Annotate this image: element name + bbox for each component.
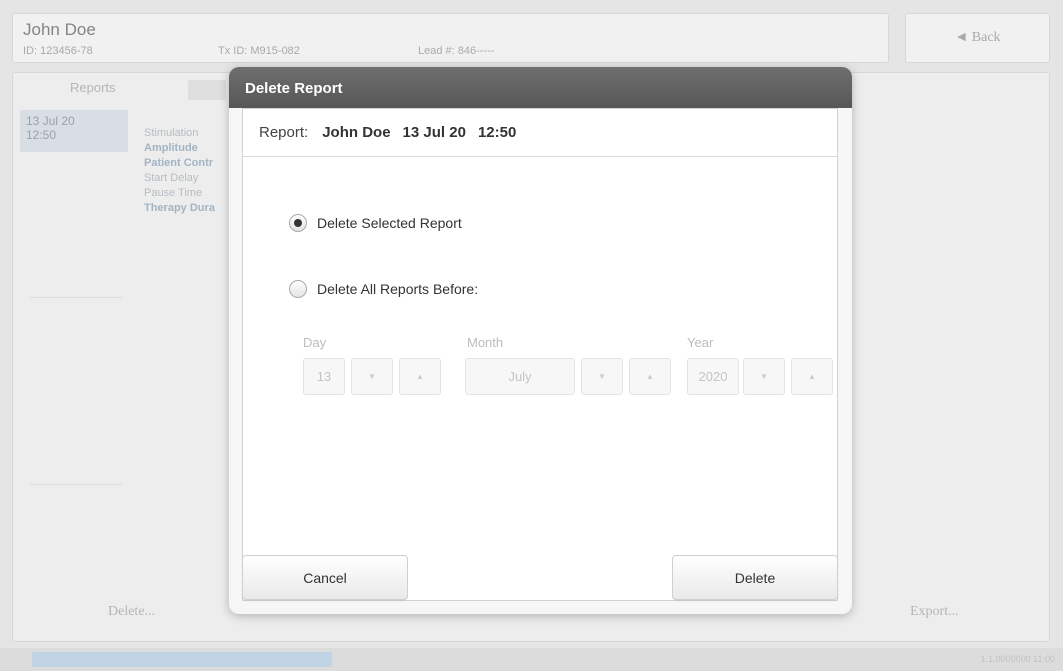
option-delete-all-before[interactable]: Delete All Reports Before: [289, 280, 478, 298]
dialog-title: Delete Report [229, 67, 852, 108]
report-time: 12:50 [477, 124, 517, 141]
day-label: Day [303, 335, 327, 350]
report-patient-name: John Doe [322, 124, 391, 141]
year-decrement-button[interactable]: ▼ [743, 358, 785, 395]
option-label: Delete Selected Report [317, 215, 462, 231]
report-summary: Report: John Doe 13 Jul 20 12:50 [243, 109, 837, 157]
delete-report-dialog: Delete Report Report: John Doe 13 Jul 20… [229, 67, 852, 614]
dialog-content: Report: John Doe 13 Jul 20 12:50 Delete … [242, 108, 838, 601]
report-date: 13 Jul 20 [402, 124, 466, 141]
month-increment-button[interactable]: ▲ [629, 358, 671, 395]
month-label: Month [467, 335, 504, 350]
radio-selected-icon[interactable] [289, 214, 307, 232]
month-field[interactable]: July [465, 358, 575, 395]
year-increment-button[interactable]: ▲ [791, 358, 833, 395]
option-label: Delete All Reports Before: [317, 281, 479, 297]
cancel-button[interactable]: Cancel [242, 555, 408, 600]
year-field[interactable]: 2020 [687, 358, 739, 395]
report-label: Report: [259, 124, 309, 141]
radio-unselected-icon[interactable] [289, 280, 307, 298]
day-field[interactable]: 13 [303, 358, 345, 395]
option-delete-selected[interactable]: Delete Selected Report [289, 214, 462, 232]
year-label: Year [687, 335, 714, 350]
month-decrement-button[interactable]: ▼ [581, 358, 623, 395]
day-increment-button[interactable]: ▲ [399, 358, 441, 395]
day-decrement-button[interactable]: ▼ [351, 358, 393, 395]
confirm-delete-button[interactable]: Delete [672, 555, 838, 600]
